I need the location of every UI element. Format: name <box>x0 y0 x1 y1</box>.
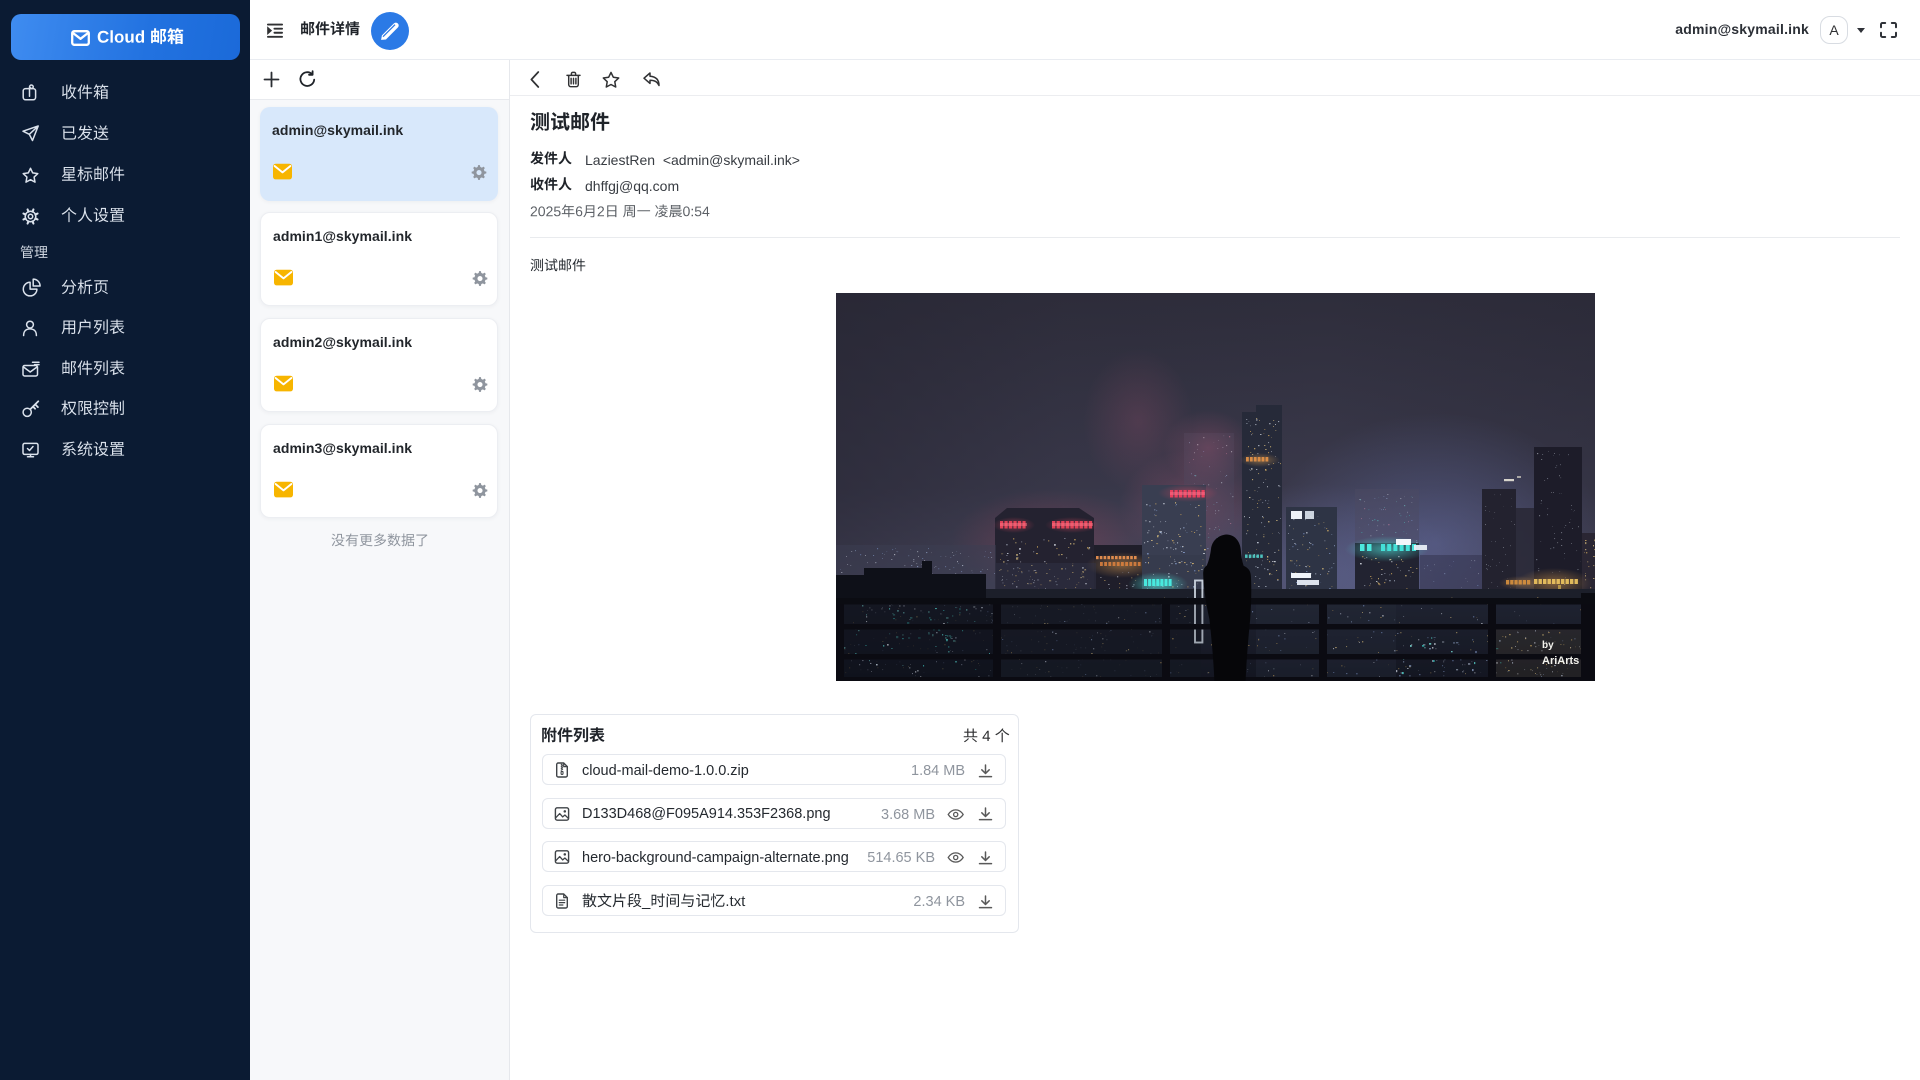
svg-text:AriArts: AriArts <box>1542 655 1579 667</box>
svg-text:by: by <box>1542 640 1554 651</box>
